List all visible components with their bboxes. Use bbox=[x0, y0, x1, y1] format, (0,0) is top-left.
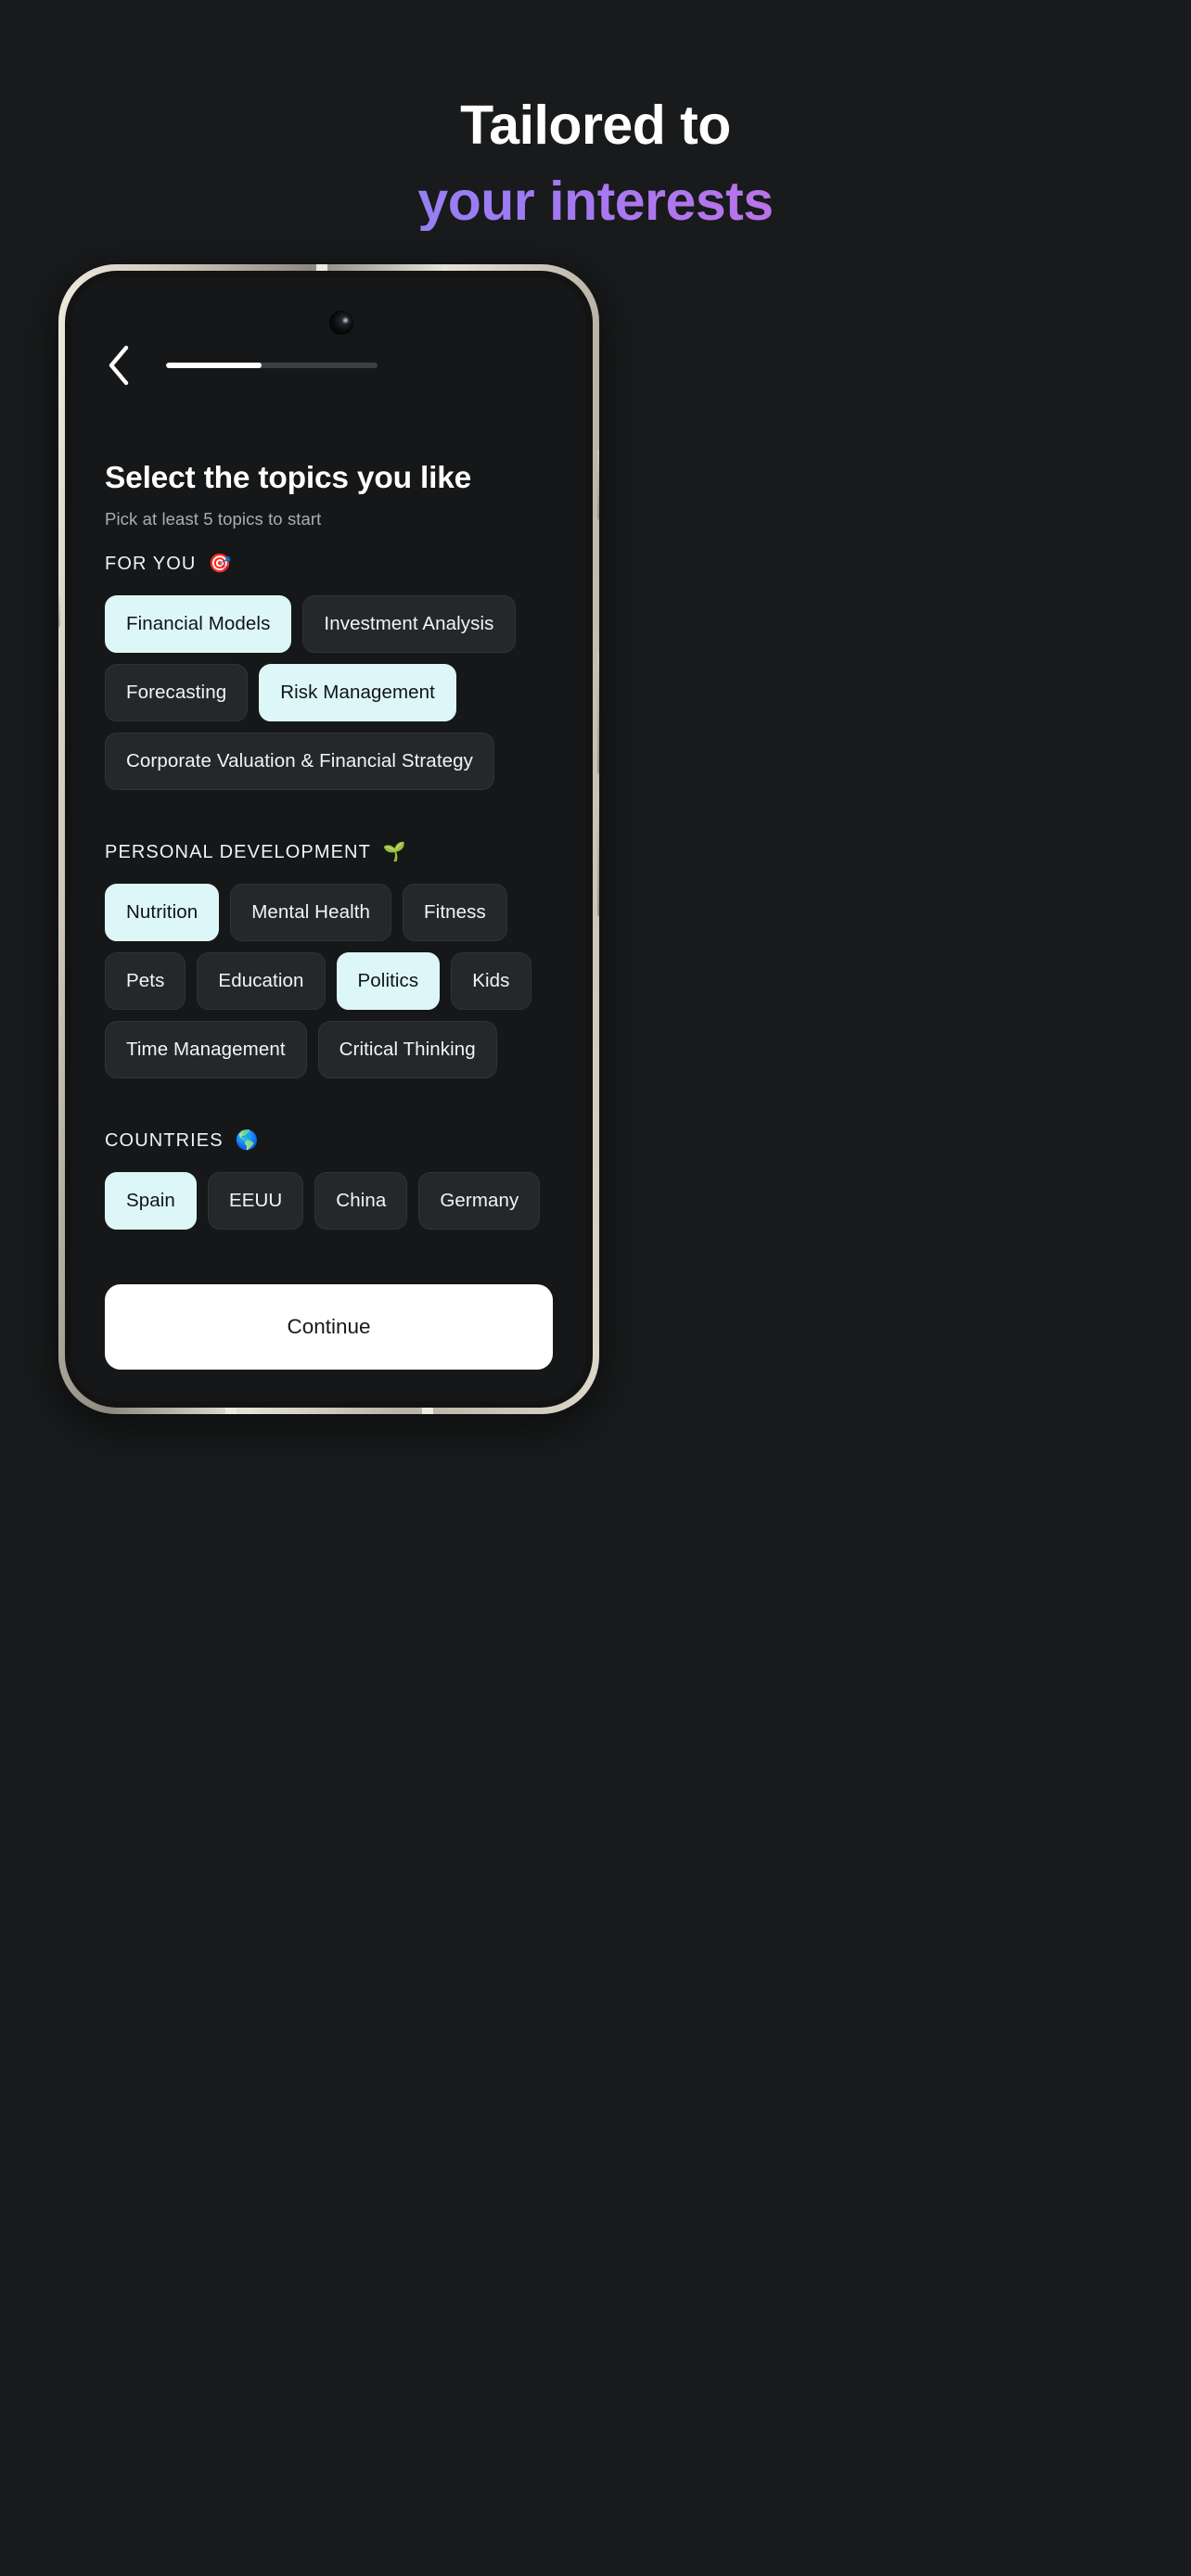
target-emoji: 🎯 bbox=[208, 554, 233, 575]
topic-section: PERSONAL DEVELOPMENT 🌱 Nutrition Mental Hea… bbox=[105, 842, 553, 1078]
section-label: PERSONAL DEVELOPMENT bbox=[105, 841, 371, 862]
continue-button[interactable]: Continue bbox=[105, 1284, 553, 1370]
phone-side-button-volume-up[interactable] bbox=[597, 652, 599, 774]
phone-side-button-power[interactable] bbox=[597, 450, 599, 520]
topic-chip[interactable]: China bbox=[314, 1171, 408, 1230]
front-camera-icon bbox=[329, 311, 353, 335]
onboarding-progress-bar bbox=[166, 363, 378, 368]
topic-section: COUNTRIES 🌎 Spain EEUU China Germany bbox=[105, 1130, 553, 1230]
topic-chip[interactable]: Investment Analysis bbox=[302, 594, 516, 653]
globe-americas-emoji: 🌎 bbox=[235, 1130, 260, 1152]
topic-chip[interactable]: Germany bbox=[418, 1171, 541, 1230]
continue-button-container: Continue bbox=[105, 1284, 553, 1370]
page-title: Select the topics you like bbox=[105, 461, 472, 495]
chip-group: Financial Models Investment Analysis Forec… bbox=[105, 594, 553, 790]
topic-chip[interactable]: Education bbox=[197, 951, 326, 1010]
topic-chip[interactable]: Fitness bbox=[403, 883, 507, 941]
screen-content: Select the topics you like Pick at least… bbox=[71, 398, 586, 1401]
section-header: PERSONAL DEVELOPMENT 🌱 bbox=[105, 842, 553, 863]
topic-chip[interactable]: Mental Health bbox=[230, 883, 392, 941]
section-header: COUNTRIES 🌎 bbox=[105, 1130, 553, 1152]
topic-chip[interactable]: Financial Models bbox=[105, 594, 292, 653]
chevron-left-icon bbox=[107, 345, 131, 386]
topic-chip[interactable]: Kids bbox=[451, 951, 531, 1010]
topic-chip[interactable]: Pets bbox=[105, 951, 186, 1010]
hero-headline: Tailored to your interests bbox=[0, 0, 1191, 231]
phone-side-button-volume-down[interactable] bbox=[597, 795, 599, 917]
phone-screen: Select the topics you like Pick at least… bbox=[71, 277, 586, 1401]
topic-chip[interactable]: EEUU bbox=[207, 1171, 304, 1230]
section-label: FOR YOU bbox=[105, 553, 197, 574]
topic-chip[interactable]: Critical Thinking bbox=[317, 1020, 497, 1078]
topic-chip[interactable]: Corporate Valuation & Financial Strategy bbox=[105, 732, 494, 790]
topic-sections: FOR YOU 🎯 Financial Models Investment Analy… bbox=[105, 554, 553, 1230]
antenna-line-bottom-left bbox=[225, 1407, 237, 1414]
phone-mockup: Select the topics you like Pick at least… bbox=[58, 264, 599, 1416]
topic-chip[interactable]: Nutrition bbox=[105, 883, 220, 941]
phone-side-button-left[interactable] bbox=[58, 589, 60, 628]
chip-group: Nutrition Mental Health Fitness Pets Educati… bbox=[105, 883, 553, 1078]
phone-inner-frame: Select the topics you like Pick at least… bbox=[65, 271, 593, 1408]
topic-chip[interactable]: Risk Management bbox=[259, 663, 456, 721]
page-subtitle: Pick at least 5 topics to start bbox=[105, 508, 322, 529]
section-label: COUNTRIES bbox=[105, 1129, 224, 1151]
back-button[interactable] bbox=[92, 342, 146, 389]
antenna-line-bottom-right bbox=[422, 1407, 433, 1414]
hero-line-1: Tailored to bbox=[460, 95, 731, 156]
topic-section: FOR YOU 🎯 Financial Models Investment Analy… bbox=[105, 554, 553, 790]
section-header: FOR YOU 🎯 bbox=[105, 554, 553, 575]
topic-chip[interactable]: Spain bbox=[105, 1171, 197, 1230]
onboarding-progress-fill bbox=[166, 363, 262, 368]
screen-topbar bbox=[71, 342, 586, 389]
phone-bezel: Select the topics you like Pick at least… bbox=[58, 264, 599, 1414]
topic-chip[interactable]: Politics bbox=[336, 951, 441, 1010]
hero-line-2: your interests bbox=[0, 172, 1191, 232]
chip-group: Spain EEUU China Germany bbox=[105, 1171, 553, 1230]
topic-chip[interactable]: Forecasting bbox=[105, 663, 249, 721]
topic-chip[interactable]: Time Management bbox=[105, 1020, 307, 1078]
seedling-emoji: 🌱 bbox=[382, 842, 407, 863]
